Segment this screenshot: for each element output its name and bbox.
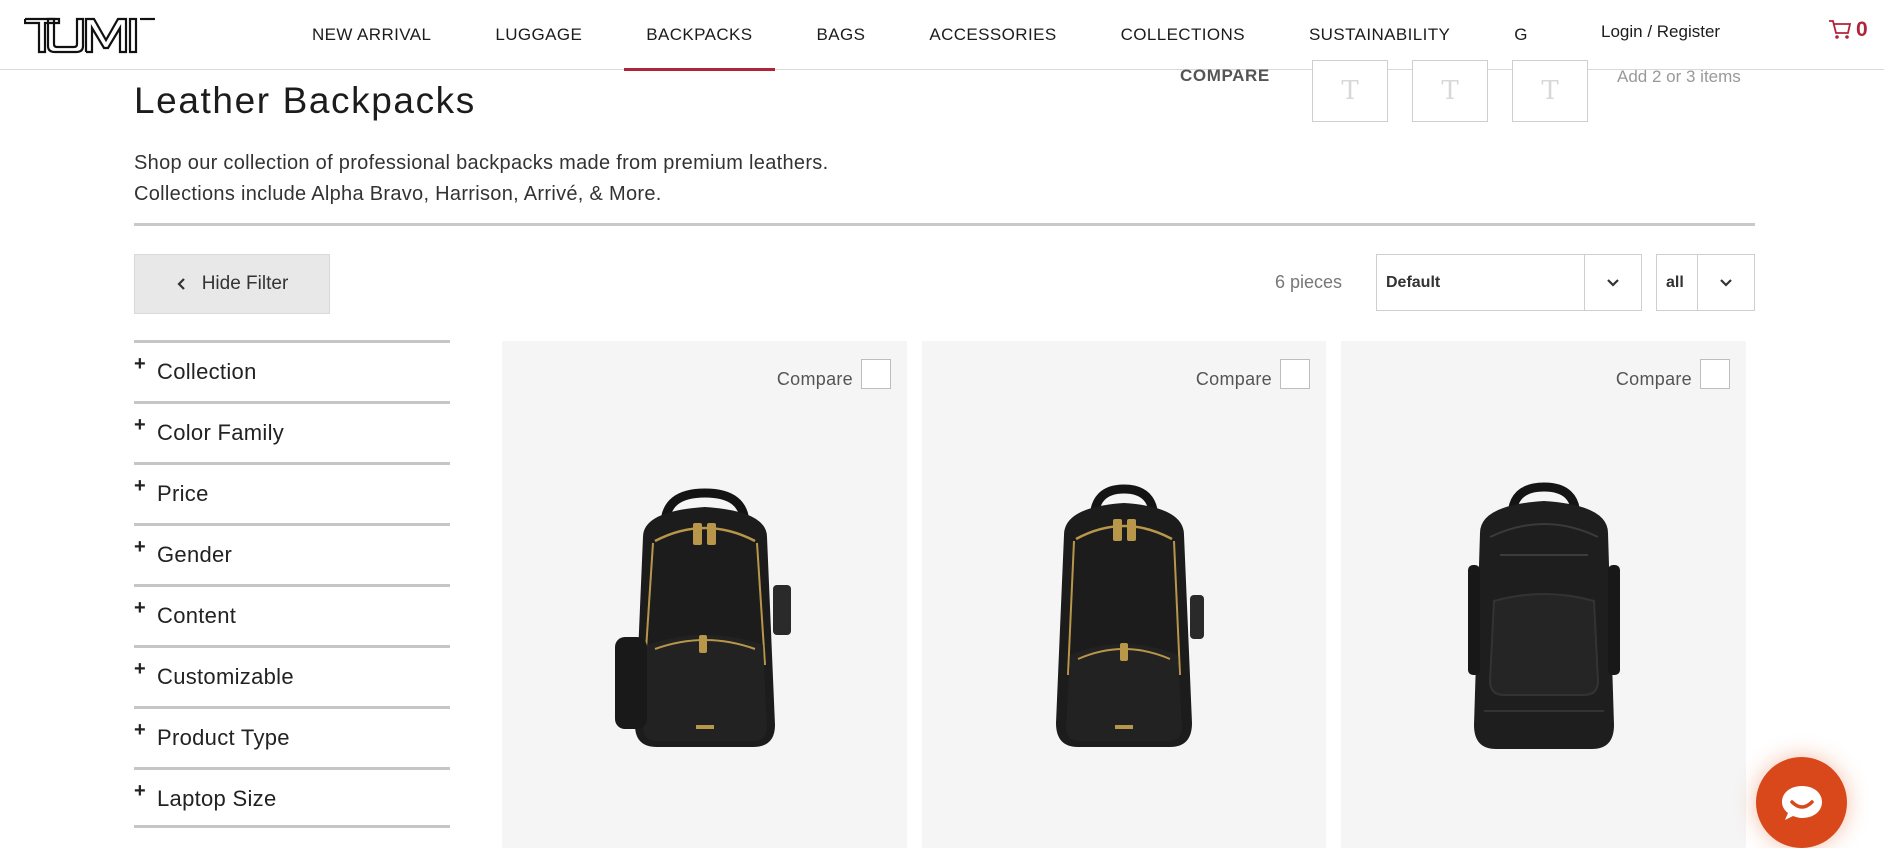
filter-price[interactable]: + Price — [134, 462, 450, 523]
filter-label: Collection — [157, 359, 257, 384]
compare-slot-placeholder-icon: T — [1541, 76, 1559, 106]
compare-text: Compare — [1615, 369, 1692, 389]
page-description: Shop our collection of professional back… — [134, 148, 828, 210]
filter-label: Customizable — [157, 664, 294, 689]
title-divider — [134, 223, 1755, 226]
compare-checkbox[interactable] — [861, 358, 891, 389]
compare-slot-2[interactable]: T — [1412, 60, 1488, 122]
filter-collection[interactable]: + Collection — [134, 340, 450, 401]
plus-icon: + — [134, 414, 146, 436]
nav-backpacks[interactable]: BACKPACKS — [614, 0, 784, 71]
compare-text: Compare — [776, 369, 853, 389]
filter-content[interactable]: + Content — [134, 584, 450, 645]
plus-icon: + — [134, 719, 146, 741]
product-card[interactable]: Compare — [502, 341, 907, 848]
chat-bubble-icon — [1781, 785, 1822, 820]
chevron-down-icon — [1584, 255, 1641, 310]
compare-slot-3[interactable]: T — [1512, 60, 1588, 122]
results-count: 6 pieces — [1275, 272, 1343, 292]
filter-sidebar: + Collection + Color Family + Price + Gender… — [134, 340, 450, 828]
filter-gender[interactable]: + Gender — [134, 523, 450, 584]
product-card[interactable]: Compare — [922, 341, 1326, 848]
compare-checkbox[interactable] — [1280, 358, 1310, 389]
product-image[interactable] — [1444, 475, 1644, 775]
filter-label: Product Type — [157, 725, 290, 750]
compare-toggle[interactable]: Compare — [1196, 357, 1310, 390]
product-card[interactable]: Compare — [1341, 341, 1746, 848]
chat-button[interactable] — [1756, 757, 1847, 848]
hide-filter-button[interactable]: Hide Filter — [134, 254, 330, 314]
chevron-down-icon — [1697, 255, 1754, 310]
filter-customizable[interactable]: + Customizable — [134, 645, 450, 706]
description-line-1: Shop our collection of professional back… — [134, 152, 829, 174]
nav-new-arrival[interactable]: NEW ARRIVAL — [280, 0, 463, 70]
product-image[interactable] — [1024, 475, 1224, 775]
hide-filter-label: Hide Filter — [201, 273, 289, 294]
filter-product-type[interactable]: + Product Type — [134, 706, 450, 767]
login-register-link[interactable]: Login / Register — [1601, 22, 1720, 42]
plus-icon: + — [134, 658, 146, 680]
nav-collections[interactable]: COLLECTIONS — [1089, 0, 1277, 70]
filter-label: Color Family — [157, 420, 285, 445]
plus-icon: + — [134, 597, 146, 619]
filter-label: Content — [157, 603, 237, 628]
product-image[interactable] — [595, 475, 815, 775]
top-navigation-bar: NEW ARRIVAL LUGGAGE BACKPACKS BAGS ACCES… — [0, 0, 1884, 71]
plus-icon: + — [134, 353, 146, 375]
compare-slot-placeholder-icon: T — [1341, 76, 1359, 106]
filter-label: Gender — [157, 542, 233, 567]
cart-button[interactable]: 0 — [1828, 18, 1868, 42]
plus-icon: + — [134, 536, 146, 558]
filter-color-family[interactable]: + Color Family — [134, 401, 450, 462]
page-title: Leather Backpacks — [134, 80, 476, 121]
per-page-value: all — [1666, 273, 1684, 291]
compare-checkbox[interactable] — [1700, 358, 1730, 389]
filter-label: Laptop Size — [157, 786, 277, 811]
compare-slot-placeholder-icon: T — [1441, 76, 1459, 106]
sort-value: Default — [1386, 273, 1441, 291]
compare-hint: Add 2 or 3 items — [1617, 67, 1741, 86]
tumi-logo[interactable] — [24, 16, 156, 54]
plus-icon: + — [134, 475, 146, 497]
compare-toggle[interactable]: Compare — [1616, 357, 1730, 390]
compare-toggle[interactable]: Compare — [777, 357, 891, 390]
plus-icon: + — [134, 780, 146, 802]
compare-slot-1[interactable]: T — [1312, 60, 1388, 122]
filter-laptop-size[interactable]: + Laptop Size — [134, 767, 450, 828]
cart-icon — [1829, 20, 1852, 39]
cart-count: 0 — [1856, 18, 1868, 41]
nav-luggage[interactable]: LUGGAGE — [463, 0, 614, 70]
chevron-left-icon — [177, 278, 185, 290]
filter-label: Price — [157, 481, 209, 506]
compare-label: COMPARE — [1180, 66, 1270, 85]
nav-bags[interactable]: BAGS — [785, 0, 898, 70]
sort-select[interactable]: Default — [1376, 254, 1642, 311]
per-page-select[interactable]: all — [1656, 254, 1755, 311]
description-line-2: Collections include Alpha Bravo, Harriso… — [134, 183, 662, 205]
compare-text: Compare — [1195, 369, 1272, 389]
nav-accessories[interactable]: ACCESSORIES — [897, 0, 1088, 70]
